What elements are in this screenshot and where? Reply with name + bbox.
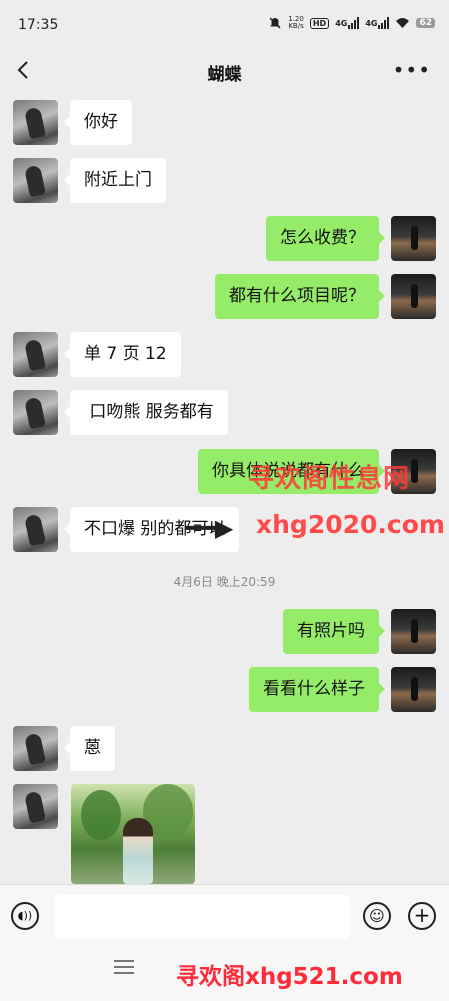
battery-icon: 62	[416, 18, 435, 28]
status-time: 17:35	[18, 17, 59, 33]
self-avatar[interactable]	[391, 216, 436, 261]
status-icons: 1.20 KB/s HD 4G 4G 62	[268, 16, 435, 30]
signal-icon-1: 4G	[335, 17, 360, 29]
message-bubble-sent[interactable]: 看看什么样子	[249, 667, 385, 712]
hd-icon: HD	[309, 17, 330, 29]
chat-title: 蝴蝶	[207, 65, 242, 85]
message-bubble-received[interactable]: 你好	[64, 100, 132, 145]
net-speed: 1.20 KB/s	[288, 15, 304, 30]
message-bubble-sent[interactable]: 都有什么项目呢？	[215, 274, 385, 319]
wifi-icon	[395, 17, 410, 29]
watermark-bottom: 寻欢阁xhg521.com	[176, 964, 403, 990]
contact-avatar[interactable]	[13, 390, 58, 435]
arrow-icon: ━━▶	[186, 514, 234, 542]
message-bubble-received[interactable]: 附近上门	[64, 158, 166, 203]
voice-icon[interactable]: ◖))	[11, 902, 39, 930]
bell-muted-icon	[268, 16, 282, 30]
plus-icon[interactable]: +	[408, 902, 436, 930]
contact-avatar[interactable]	[13, 332, 58, 377]
contact-avatar[interactable]	[13, 726, 58, 771]
signal-icon-2: 4G	[365, 17, 390, 29]
self-avatar[interactable]	[391, 667, 436, 712]
emoji-icon[interactable]: ☺	[363, 902, 391, 930]
message-bubble-sent[interactable]: 怎么收费？	[266, 216, 385, 261]
message-bubble-received[interactable]: 蒽	[64, 726, 115, 771]
contact-avatar[interactable]	[13, 158, 58, 203]
message-bubble-received[interactable]: 单 7 页 12	[64, 332, 181, 377]
contact-avatar[interactable]	[13, 784, 58, 829]
self-avatar[interactable]	[391, 609, 436, 654]
photo-message[interactable]	[71, 784, 195, 884]
self-avatar[interactable]	[391, 274, 436, 319]
message-bubble-sent[interactable]: 有照片吗	[283, 609, 385, 654]
contact-avatar[interactable]	[13, 507, 58, 552]
watermark-text: 寻欢阁性息网	[248, 464, 411, 494]
contact-avatar[interactable]	[13, 100, 58, 145]
more-dots-icon[interactable]: •••	[393, 58, 431, 82]
status-bar: 17:35 1.20 KB/s HD 4G 4G 62	[0, 0, 449, 52]
watermark-url: xhg2020.com	[256, 510, 445, 539]
menu-icon[interactable]	[114, 960, 134, 978]
message-input[interactable]	[54, 895, 350, 939]
message-timestamp: 4月6日 晚上20:59	[173, 575, 276, 589]
message-bubble-received[interactable]: 口吻熊 服务都有	[64, 390, 228, 435]
chat-header: 蝴蝶 •••	[0, 52, 449, 92]
